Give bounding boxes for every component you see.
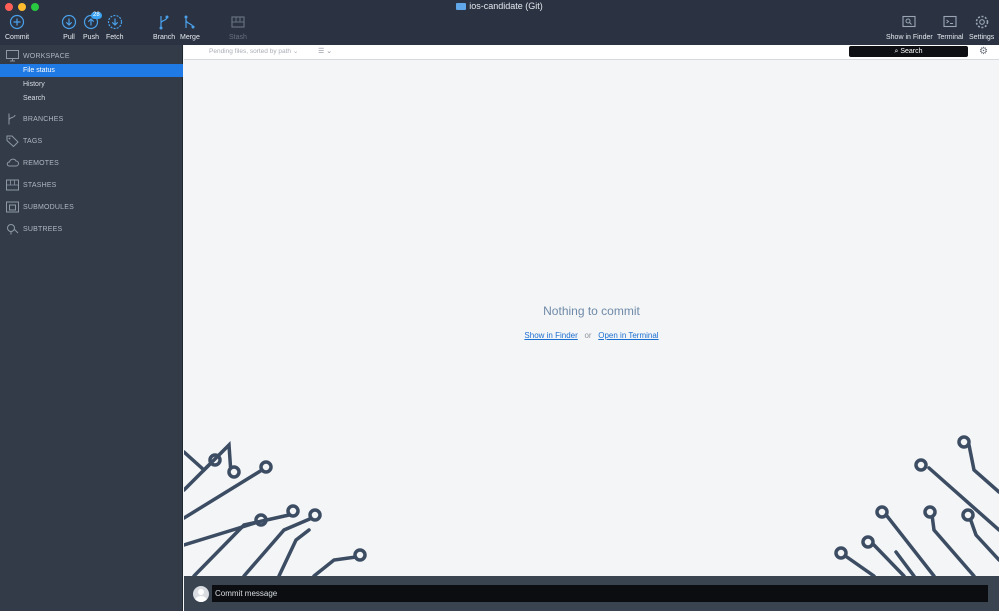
sidebar-section-stashes[interactable]: STASHES bbox=[0, 177, 183, 193]
cloud-icon bbox=[6, 158, 19, 167]
sidebar-item-search[interactable]: Search bbox=[0, 92, 183, 105]
stash-icon bbox=[6, 179, 19, 191]
sidebar-section-submodules[interactable]: SUBMODULES bbox=[0, 199, 183, 215]
toolbar: ios-candidate (Git) Commit Pull 28 Push … bbox=[0, 0, 999, 45]
submodule-icon bbox=[6, 201, 19, 213]
fetch-button[interactable]: Fetch bbox=[106, 14, 124, 41]
branch-button[interactable]: Branch bbox=[153, 14, 175, 41]
or-label: or bbox=[584, 331, 592, 340]
finder-icon bbox=[902, 15, 916, 28]
terminal-icon bbox=[943, 15, 957, 28]
view-mode-dropdown[interactable]: ☰ ⌄ bbox=[318, 47, 332, 55]
options-gear-dropdown[interactable]: ⚙ bbox=[979, 46, 988, 58]
push-button[interactable]: 28 Push bbox=[83, 12, 102, 41]
chevron-down-icon: ⌄ bbox=[292, 48, 299, 55]
empty-state-links: Show in Finder or Open in Terminal bbox=[184, 331, 999, 340]
sidebar-section-remotes[interactable]: REMOTES bbox=[0, 155, 183, 171]
stash-button[interactable]: Stash bbox=[229, 14, 247, 41]
gear-icon bbox=[975, 15, 988, 29]
search-icon: ⌕ bbox=[894, 48, 899, 55]
monitor-icon bbox=[6, 50, 19, 62]
commit-icon bbox=[9, 14, 25, 30]
filter-bar: Pending files, sorted by path ⌄ ☰ ⌄ ⌕ Se… bbox=[184, 45, 999, 60]
window-title: ios-candidate (Git) bbox=[0, 1, 999, 11]
commit-bar bbox=[184, 576, 999, 611]
sidebar-item-file-status[interactable]: File status bbox=[0, 64, 183, 77]
chevron-down-icon: ⌄ bbox=[326, 48, 333, 55]
show-in-finder-link[interactable]: Show in Finder bbox=[524, 331, 577, 340]
branch-icon bbox=[159, 15, 169, 30]
subtree-icon bbox=[7, 224, 19, 235]
pull-icon bbox=[61, 14, 77, 30]
pending-files-sort-dropdown[interactable]: Pending files, sorted by path ⌄ bbox=[209, 47, 298, 55]
terminal-button[interactable]: Terminal bbox=[937, 14, 963, 41]
sidebar-section-subtrees[interactable]: SUBTREES bbox=[0, 221, 183, 237]
commit-message-input[interactable] bbox=[212, 585, 988, 602]
branch-icon bbox=[8, 113, 16, 125]
gear-icon: ⚙ bbox=[979, 46, 988, 57]
search-field[interactable]: ⌕ Search bbox=[849, 46, 968, 57]
merge-icon bbox=[184, 15, 195, 29]
open-in-terminal-link[interactable]: Open in Terminal bbox=[598, 331, 658, 340]
merge-button[interactable]: Merge bbox=[180, 14, 200, 41]
sidebar-item-history[interactable]: History bbox=[0, 78, 183, 91]
file-status-pane: Nothing to commit Show in Finder or Open… bbox=[184, 60, 999, 576]
sidebar-section-workspace[interactable]: WORKSPACE bbox=[0, 48, 183, 64]
commit-button[interactable]: Commit bbox=[5, 14, 29, 41]
empty-state-message: Nothing to commit bbox=[543, 304, 640, 318]
sidebar-section-branches[interactable]: BRANCHES bbox=[0, 111, 183, 127]
push-count-badge: 28 bbox=[91, 12, 102, 19]
folder-icon bbox=[456, 3, 467, 10]
stash-icon bbox=[231, 16, 245, 28]
fetch-icon bbox=[107, 14, 122, 30]
sidebar: WORKSPACE File status History Search BRA… bbox=[0, 45, 183, 611]
list-view-icon: ☰ bbox=[318, 48, 325, 55]
avatar bbox=[193, 586, 209, 602]
sidebar-section-tags[interactable]: TAGS bbox=[0, 133, 183, 149]
pull-button[interactable]: Pull bbox=[61, 14, 77, 41]
circuit-decoration bbox=[184, 435, 999, 576]
show-in-finder-button[interactable]: Show in Finder bbox=[886, 14, 933, 41]
settings-button[interactable]: Settings bbox=[969, 14, 994, 41]
tag-icon bbox=[6, 135, 19, 147]
